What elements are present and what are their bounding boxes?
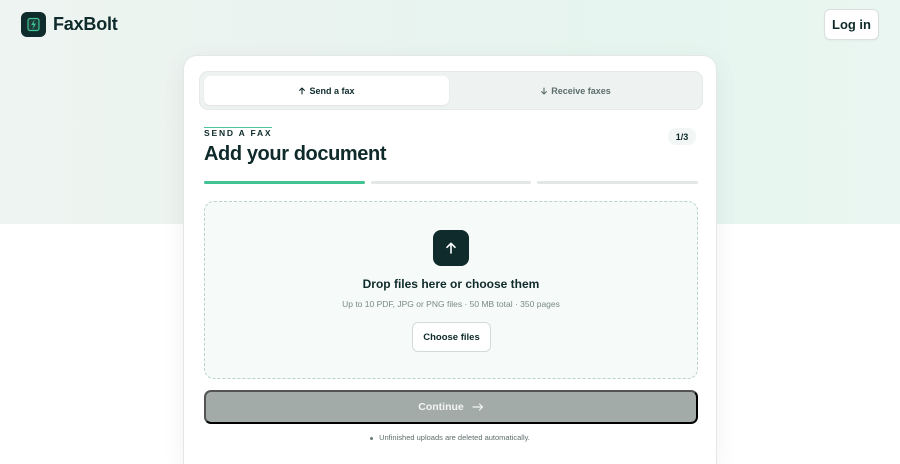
dropzone-subtitle: Up to 10 PDF, JPG or PNG files · 50 MB t… bbox=[342, 299, 560, 309]
step-eyebrow: SEND A FAX bbox=[204, 127, 273, 138]
fax-mode-tabs: Send a fax Receive faxes bbox=[199, 71, 703, 110]
bolt-logo-icon bbox=[21, 12, 46, 37]
login-button[interactable]: Log in bbox=[824, 9, 879, 40]
step-progress bbox=[204, 181, 699, 184]
continue-label: Continue bbox=[418, 401, 464, 413]
step-counter-badge: 1/3 bbox=[668, 128, 696, 145]
page-title: Add your document bbox=[204, 143, 387, 165]
progress-segment-1 bbox=[204, 181, 365, 184]
progress-segment-3 bbox=[537, 181, 699, 184]
tab-send-fax-label: Send a fax bbox=[309, 85, 355, 96]
dropzone-title: Drop files here or choose them bbox=[362, 277, 540, 291]
auto-delete-note: Unfinished uploads are deleted automatic… bbox=[184, 433, 716, 442]
auto-delete-note-text: Unfinished uploads are deleted automatic… bbox=[379, 433, 530, 442]
bullet-dot-icon bbox=[370, 436, 374, 440]
brand-logo[interactable]: FaxBolt bbox=[21, 12, 118, 37]
brand-name: FaxBolt bbox=[53, 14, 118, 34]
tab-send-fax[interactable]: Send a fax bbox=[204, 76, 449, 105]
arrow-up-icon bbox=[299, 86, 306, 95]
choose-files-button[interactable]: Choose files bbox=[412, 322, 491, 352]
arrow-down-icon bbox=[541, 86, 548, 95]
send-fax-card: Send a fax Receive faxes SEND A FAX 1/3 … bbox=[183, 55, 717, 464]
tab-receive-faxes-label: Receive faxes bbox=[551, 85, 611, 96]
arrow-right-icon bbox=[472, 403, 483, 411]
file-dropzone[interactable]: Drop files here or choose them Up to 10 … bbox=[204, 201, 698, 379]
upload-arrow-icon bbox=[433, 230, 469, 266]
continue-button[interactable]: Continue bbox=[204, 390, 698, 424]
progress-segment-2 bbox=[370, 181, 532, 184]
site-header: FaxBolt Log in bbox=[0, 0, 900, 50]
tab-receive-faxes[interactable]: Receive faxes bbox=[453, 76, 698, 105]
